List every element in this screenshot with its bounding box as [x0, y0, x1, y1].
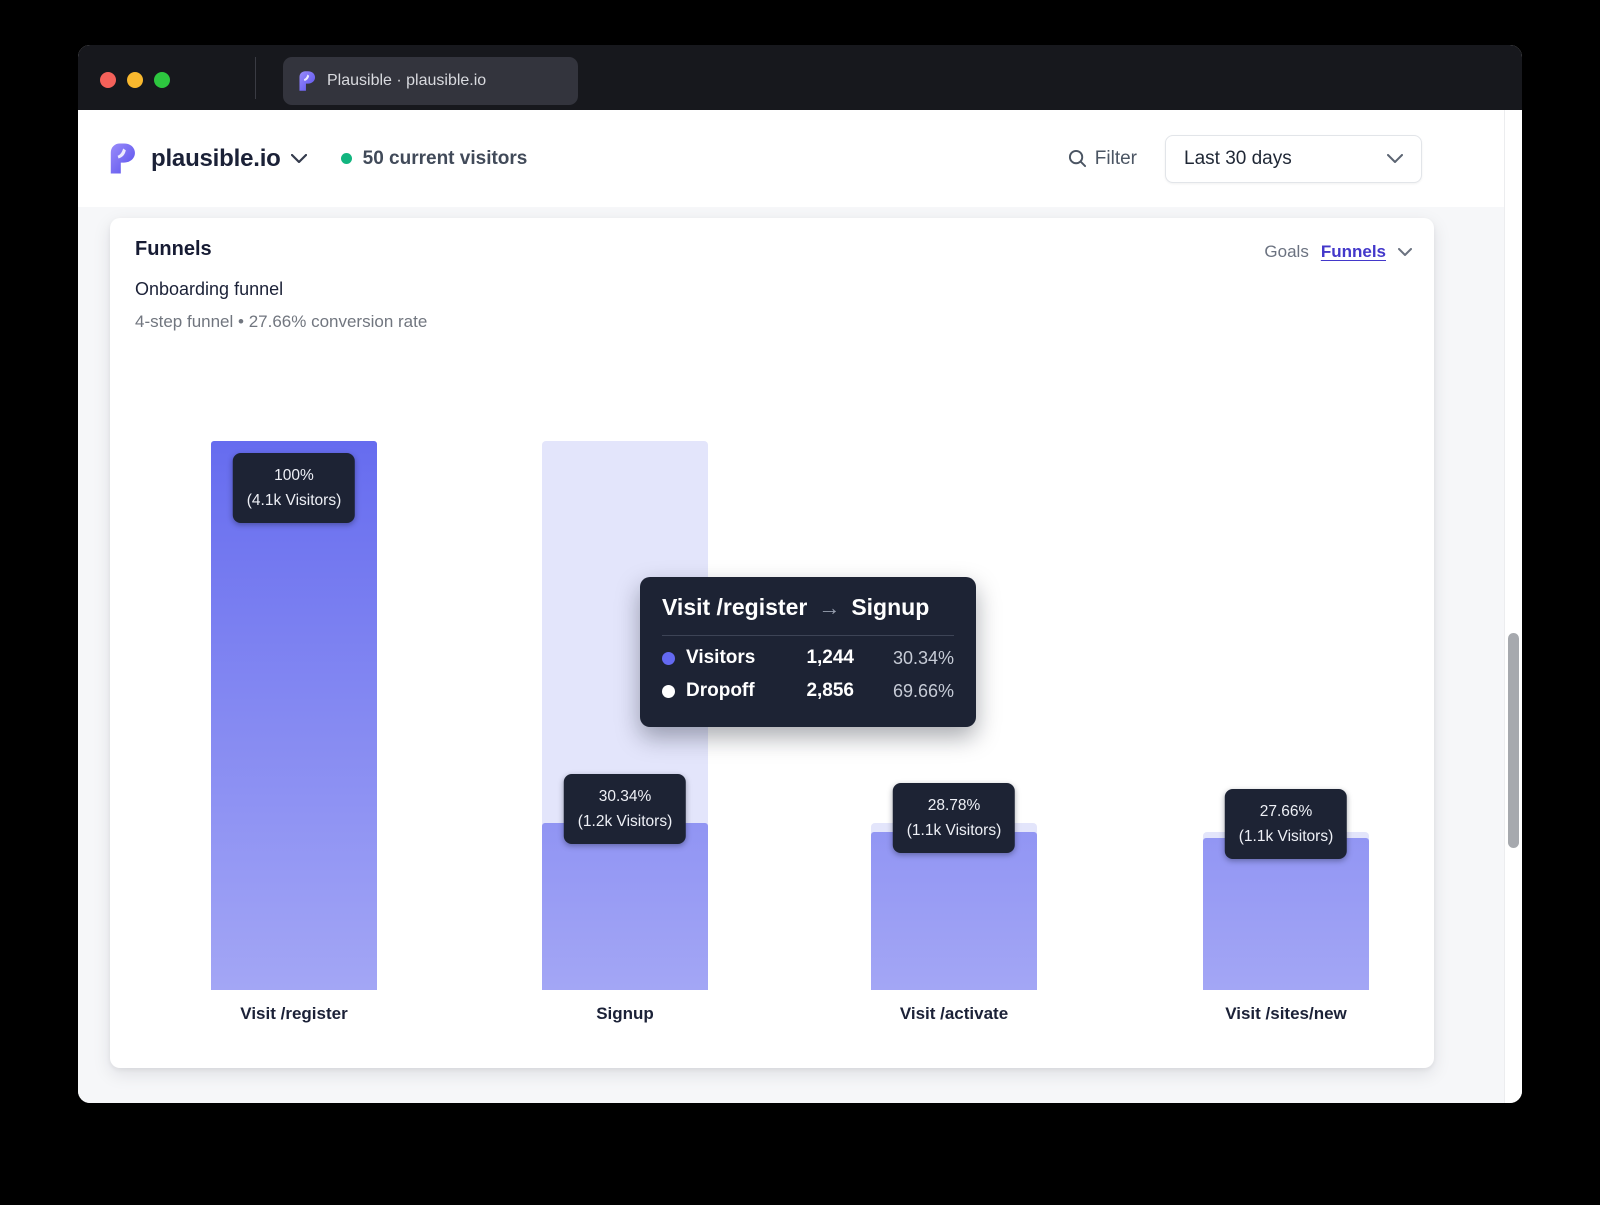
- funnel-badge-percent: 30.34%: [578, 784, 672, 809]
- funnel-badge-percent: 28.78%: [907, 793, 1001, 818]
- scrollbar-track[interactable]: [1504, 110, 1522, 1103]
- browser-titlebar: Plausible · plausible.io: [78, 45, 1522, 110]
- tooltip-row-percent: 30.34%: [854, 648, 954, 669]
- tab-title: Plausible · plausible.io: [327, 72, 486, 90]
- filter-label: Filter: [1095, 148, 1137, 170]
- funnel-bar-gradient: [871, 832, 1037, 990]
- report-view-switch: Goals Funnels: [1264, 242, 1412, 262]
- tooltip-row-percent: 69.66%: [854, 681, 954, 702]
- funnels-card: Funnels Goals Funnels Onboarding funnel …: [110, 218, 1434, 1068]
- funnel-badge-percent: 100%: [247, 463, 341, 488]
- tooltip-row-value: 2,856: [762, 680, 854, 702]
- chevron-down-icon: [1387, 154, 1403, 163]
- tab-separator: [255, 57, 256, 99]
- funnel-step-label: Visit /sites/new: [1203, 1004, 1369, 1024]
- funnel-bar-solid: [542, 823, 708, 990]
- funnel-step-label: Visit /activate: [871, 1004, 1037, 1024]
- tooltip-row-value: 1,244: [762, 647, 854, 669]
- date-range-value: Last 30 days: [1184, 148, 1292, 170]
- funnel-tooltip: Visit /register → Signup Visitors 1,244 …: [640, 577, 976, 727]
- funnel-name: Onboarding funnel: [135, 279, 283, 300]
- funnel-badge-visitors: (1.2k Visitors): [578, 809, 672, 834]
- funnel-badge: 27.66%(1.1k Visitors): [1225, 789, 1347, 859]
- dashboard-toolbar: plausible.io 50 current visitors Filter …: [78, 110, 1504, 207]
- funnel-step-label: Signup: [542, 1004, 708, 1024]
- funnel-bar-gradient: [1203, 838, 1369, 990]
- funnel-badge: 30.34%(1.2k Visitors): [564, 774, 686, 844]
- tooltip-from-step: Visit /register: [662, 594, 807, 621]
- plausible-favicon-icon: [299, 71, 317, 91]
- funnel-bar-solid: [1203, 838, 1369, 990]
- tooltip-row-label: Visitors: [686, 647, 755, 669]
- funnel-badge-visitors: (4.1k Visitors): [247, 488, 341, 513]
- filter-button[interactable]: Filter: [1068, 148, 1137, 170]
- funnel-bar-gradient: [542, 823, 708, 990]
- current-visitors-label[interactable]: 50 current visitors: [363, 148, 528, 170]
- funnel-badge: 28.78%(1.1k Visitors): [893, 783, 1015, 853]
- funnel-badge-percent: 27.66%: [1239, 799, 1333, 824]
- browser-tab[interactable]: Plausible · plausible.io: [283, 57, 578, 105]
- live-visitors-dot-icon: [341, 153, 352, 164]
- tooltip-visitors-row: Visitors 1,244 30.34%: [662, 647, 954, 669]
- tooltip-title: Visit /register → Signup: [662, 594, 954, 621]
- funnel-bar-solid: [871, 832, 1037, 990]
- funnel-bar-gradient: [211, 441, 377, 990]
- funnel-badge: 100%(4.1k Visitors): [233, 453, 355, 523]
- scrollbar-thumb[interactable]: [1508, 633, 1519, 848]
- funnel-meta: 4-step funnel • 27.66% conversion rate: [135, 312, 427, 332]
- funnel-badge-visitors: (1.1k Visitors): [907, 818, 1001, 843]
- arrow-right-icon: →: [818, 595, 840, 621]
- search-icon: [1068, 149, 1087, 168]
- site-switcher[interactable]: plausible.io: [151, 145, 281, 173]
- tooltip-to-step: Signup: [851, 594, 929, 621]
- traffic-light-zoom-button[interactable]: [154, 72, 170, 88]
- card-title: Funnels: [135, 238, 212, 261]
- tooltip-row-label: Dropoff: [686, 680, 755, 702]
- traffic-light-minimize-button[interactable]: [127, 72, 143, 88]
- funnel-bar[interactable]: 100%(4.1k Visitors)Visit /register: [211, 441, 377, 990]
- funnels-tab[interactable]: Funnels: [1321, 242, 1386, 262]
- chevron-down-icon: [291, 154, 307, 163]
- tooltip-divider: [662, 635, 954, 636]
- chevron-down-icon[interactable]: [1398, 248, 1412, 256]
- funnel-step-label: Visit /register: [211, 1004, 377, 1024]
- traffic-light-close-button[interactable]: [100, 72, 116, 88]
- funnel-bar[interactable]: 27.66%(1.1k Visitors)Visit /sites/new: [1203, 441, 1369, 990]
- dashboard-page: Funnels Goals Funnels Onboarding funnel …: [78, 207, 1504, 1103]
- dropoff-dot-icon: [662, 685, 675, 698]
- date-range-select[interactable]: Last 30 days: [1165, 135, 1422, 183]
- visitors-dot-icon: [662, 652, 675, 665]
- browser-window: Plausible · plausible.io plausible.io 50…: [78, 45, 1522, 1103]
- tooltip-dropoff-row: Dropoff 2,856 69.66%: [662, 680, 954, 702]
- funnel-bar-solid: [211, 441, 377, 990]
- funnel-badge-visitors: (1.1k Visitors): [1239, 824, 1333, 849]
- goals-tab[interactable]: Goals: [1264, 242, 1308, 262]
- plausible-logo-icon: [110, 143, 138, 174]
